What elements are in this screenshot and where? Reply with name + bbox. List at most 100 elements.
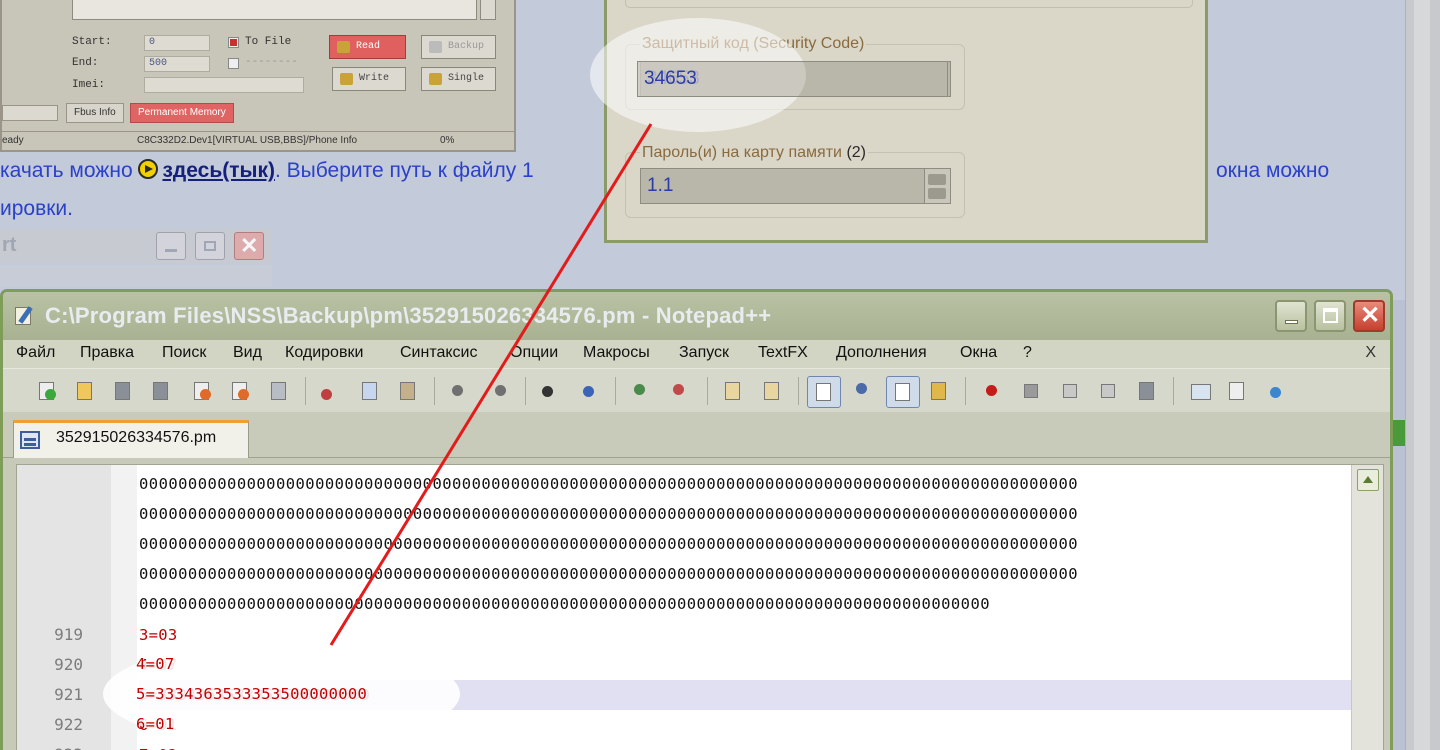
sync-horizontal-icon[interactable] [760, 379, 784, 403]
toolbar-separator [1173, 377, 1174, 405]
passwords-label-text: Пароль(и) на карту памяти [642, 144, 842, 161]
single-button[interactable]: Single [421, 67, 496, 91]
sync-vertical-icon[interactable] [721, 379, 745, 403]
menu-search[interactable]: Поиск [162, 344, 206, 362]
window-titlebar[interactable]: C:\Program Files\NSS\Backup\pm\352915026… [3, 292, 1390, 340]
save-macro-icon[interactable] [1135, 379, 1159, 403]
line-number: 919 [54, 625, 83, 644]
tab-document[interactable]: 352915026334576.pm [13, 420, 249, 458]
word-wrap-icon[interactable] [807, 376, 841, 408]
saved-file-icon [20, 431, 40, 449]
toolbar-separator [434, 377, 435, 405]
end-field[interactable]: 500 [144, 56, 210, 72]
menu-textfx[interactable]: TextFX [758, 344, 808, 362]
minimize-icon[interactable] [156, 232, 186, 260]
passwords-count: (2) [846, 144, 866, 161]
download-link[interactable]: здесь(тык) [162, 159, 274, 182]
menu-edit[interactable]: Правка [80, 344, 134, 362]
stop-macro-icon[interactable] [1019, 379, 1043, 403]
toolbar [3, 368, 1390, 412]
highlighted-code-text: 6=01 [136, 715, 175, 733]
to-file-checkbox[interactable] [228, 37, 239, 48]
tool-status-bar: eady C8C332D2.Dev1[VIRTUAL USB,BBS]/Phon… [2, 131, 514, 150]
tab-fbus-info[interactable]: Fbus Info [66, 103, 124, 123]
tab-document-label: 352915026334576.pm [56, 429, 217, 446]
maximize-icon[interactable] [195, 232, 225, 260]
save-icon[interactable] [111, 379, 135, 403]
close-icon[interactable]: ✕ [234, 232, 264, 260]
menu-bar: Файл Правка Поиск Вид Кодировки Синтакси… [3, 340, 1390, 368]
new-file-icon[interactable] [35, 379, 59, 403]
cut-icon[interactable] [317, 379, 341, 403]
menu-run[interactable]: Запуск [679, 344, 729, 362]
menu-help[interactable]: ? [1023, 344, 1032, 362]
passwords-field[interactable]: 1.1 [640, 168, 951, 204]
menu-plugins[interactable]: Дополнения [836, 344, 927, 362]
tab-permanent-memory[interactable]: Permanent Memory [130, 103, 234, 123]
copy-icon[interactable] [358, 379, 382, 403]
page-paragraph-line1-right: окна можно [1216, 159, 1330, 182]
code-wrapped-line: 0000000000000000000000000000000000000000… [139, 595, 991, 613]
menu-file[interactable]: Файл [16, 344, 55, 362]
menu-options[interactable]: Опции [510, 344, 558, 362]
redo-icon[interactable] [489, 379, 513, 403]
background-green-marker [1393, 420, 1405, 446]
toolbar-separator [965, 377, 966, 405]
paste-icon[interactable] [396, 379, 420, 403]
open-file-icon[interactable] [73, 379, 97, 403]
close-document-button[interactable]: X [1365, 344, 1376, 362]
backup-icon [429, 41, 442, 53]
menu-view[interactable]: Вид [233, 344, 262, 362]
start-field[interactable]: 0 [144, 35, 210, 51]
highlighted-security-code: 34653 [637, 61, 948, 97]
memo-scroll-arrow[interactable] [480, 0, 496, 20]
spell-check-icon[interactable] [1264, 379, 1288, 403]
passwords-spinner[interactable] [924, 169, 950, 203]
find-icon[interactable] [539, 379, 563, 403]
tool-scrollbar[interactable] [2, 105, 58, 121]
toolbar-separator [798, 377, 799, 405]
code-wrapped-line: 0000000000000000000000000000000000000000… [139, 505, 1079, 523]
window-maximize-button[interactable] [1314, 300, 1346, 332]
undo-icon[interactable] [449, 379, 473, 403]
menu-macros[interactable]: Макросы [583, 344, 650, 362]
option-checkbox[interactable] [228, 58, 239, 69]
run-macro-multiple-icon[interactable] [1096, 379, 1120, 403]
print-icon[interactable] [267, 379, 291, 403]
code-wrapped-line: 0000000000000000000000000000000000000000… [139, 535, 1079, 553]
scroll-up-icon[interactable] [1357, 469, 1379, 491]
close-all-icon[interactable] [228, 379, 252, 403]
record-macro-icon[interactable] [980, 379, 1004, 403]
read-button[interactable]: Read [329, 35, 406, 59]
menu-window[interactable]: Окна [960, 344, 997, 362]
imei-field[interactable] [144, 77, 304, 93]
spin-down-icon[interactable] [928, 188, 946, 199]
play-macro-icon[interactable] [1058, 379, 1082, 403]
backup-button[interactable]: Backup [421, 35, 496, 59]
window-minimize-button[interactable] [1275, 300, 1307, 332]
compare-icon[interactable] [1225, 379, 1249, 403]
indent-guide-icon[interactable] [886, 376, 920, 408]
backup-label: Backup [448, 41, 485, 52]
close-file-icon[interactable] [190, 379, 214, 403]
menu-syntax[interactable]: Синтаксис [400, 344, 478, 362]
page-scrollbar[interactable] [1405, 0, 1440, 750]
zoom-in-icon[interactable] [630, 379, 654, 403]
zoom-out-icon[interactable] [669, 379, 693, 403]
user-language-icon[interactable] [927, 379, 951, 403]
toolbar-separator [615, 377, 616, 405]
save-all-icon[interactable] [149, 379, 173, 403]
write-button[interactable]: Write [332, 67, 406, 91]
write-label: Write [359, 73, 390, 84]
menu-encoding[interactable]: Кодировки [285, 344, 363, 362]
arrow-right-icon [138, 159, 159, 179]
window-close-button[interactable]: ✕ [1353, 300, 1385, 332]
show-all-characters-icon[interactable] [851, 379, 875, 403]
replace-icon[interactable] [578, 379, 602, 403]
editor-vertical-scrollbar[interactable] [1351, 465, 1383, 750]
spin-up-icon[interactable] [928, 174, 946, 185]
maximize-icon [1323, 308, 1338, 323]
single-icon [429, 73, 442, 85]
read-label: Read [356, 41, 381, 52]
console-icon[interactable] [1187, 379, 1211, 403]
